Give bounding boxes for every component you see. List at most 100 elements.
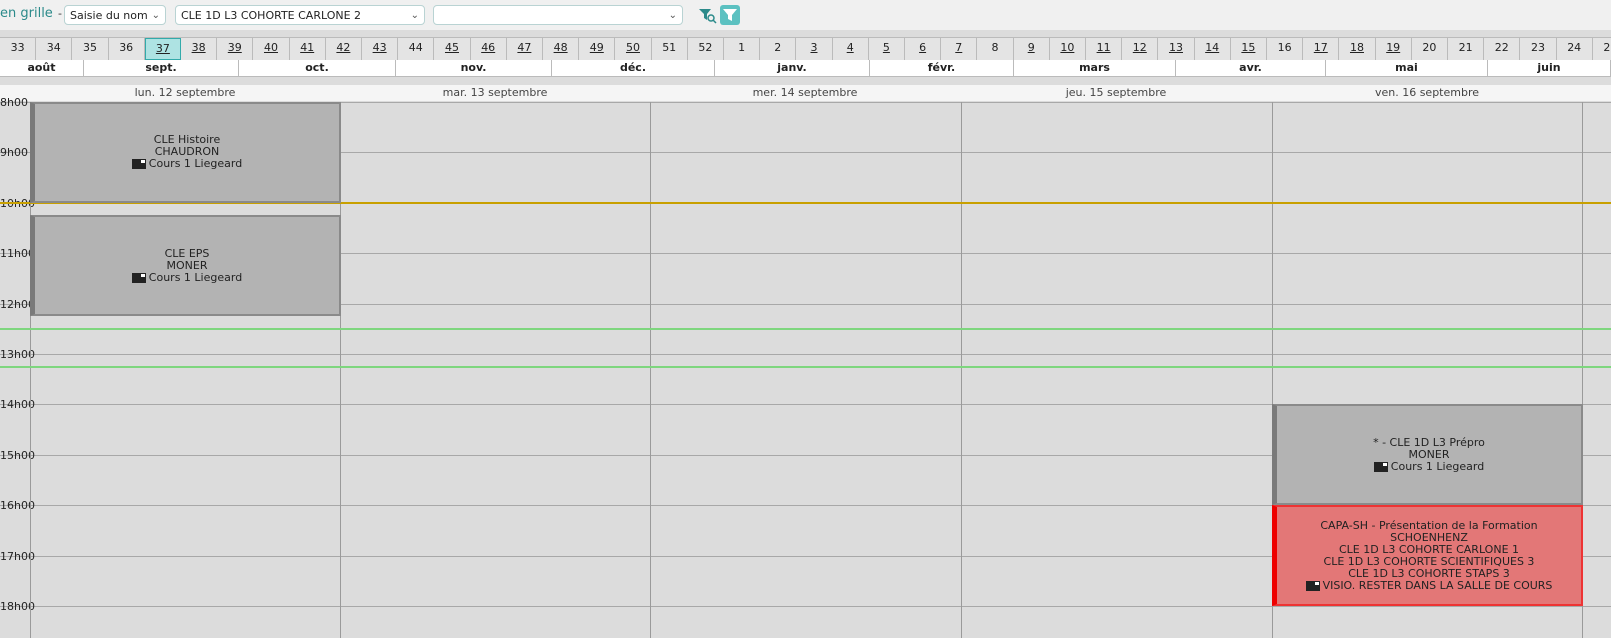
- week-25[interactable]: 25: [1593, 38, 1611, 60]
- event-line: * - CLE 1D L3 Prépro: [1373, 435, 1485, 449]
- month-6: févr.: [870, 60, 1014, 76]
- week-2[interactable]: 2: [760, 38, 797, 60]
- week-48[interactable]: 48: [543, 38, 580, 60]
- week-38[interactable]: 38: [181, 38, 218, 60]
- chevron-down-icon: ⌄: [668, 10, 677, 21]
- week-22[interactable]: 22: [1484, 38, 1521, 60]
- event-line: CLE 1D L3 COHORTE STAPS 3: [1348, 566, 1510, 580]
- week-8[interactable]: 8: [977, 38, 1014, 60]
- week-36[interactable]: 36: [109, 38, 145, 60]
- event-line: CLE 1D L3 COHORTE CARLONE 1: [1338, 542, 1520, 556]
- week-20[interactable]: 20: [1412, 38, 1448, 60]
- day-header: jeu. 15 septembre: [1065, 86, 1167, 99]
- week-6[interactable]: 6: [905, 38, 942, 60]
- separator: -: [58, 7, 62, 20]
- view-title: en grille: [0, 6, 53, 21]
- month-7: mars: [1014, 60, 1176, 76]
- event-line: MONER: [166, 258, 208, 272]
- group-select-value: CLE 1D L3 COHORTE CARLONE 2: [181, 9, 362, 22]
- week-43[interactable]: 43: [362, 38, 399, 60]
- week-40[interactable]: 40: [253, 38, 290, 60]
- course-event[interactable]: CLE Histoire CHAUDRON Cours 1 Liegeard: [30, 102, 341, 203]
- chevron-down-icon: ⌄: [151, 10, 160, 21]
- event-line: MONER: [1408, 447, 1450, 461]
- marker-line: [0, 327, 1611, 330]
- week-9[interactable]: 9: [1014, 38, 1050, 60]
- week-4[interactable]: 4: [833, 38, 869, 60]
- course-event[interactable]: CLE EPS MONER Cours 1 Liegeard: [30, 215, 341, 317]
- event-room: Cours 1 Liegeard: [1373, 460, 1484, 473]
- week-13[interactable]: 13: [1158, 38, 1195, 60]
- month-5: janv.: [715, 60, 870, 76]
- room-icon: [131, 159, 146, 170]
- week-45[interactable]: 45: [434, 38, 471, 60]
- hour-line: [0, 354, 1611, 355]
- day-headers: lun. 12 septembre mar. 13 septembre mer. 1…: [0, 85, 1611, 101]
- week-51[interactable]: 51: [652, 38, 688, 60]
- week-46[interactable]: 46: [471, 38, 507, 60]
- week-10[interactable]: 10: [1050, 38, 1086, 60]
- week-3[interactable]: 3: [796, 38, 833, 60]
- month-9: mai: [1326, 60, 1488, 76]
- event-room: VISIO. RESTER DANS LA SALLE DE COURS: [1305, 579, 1552, 592]
- event-line: CLE 1D L3 COHORTE SCIENTIFIQUES 3: [1323, 554, 1535, 568]
- room-icon: [1305, 580, 1320, 591]
- week-37[interactable]: 37: [144, 38, 181, 60]
- hour-line: [0, 606, 1611, 607]
- day-header: lun. 12 septembre: [134, 86, 236, 99]
- event-line: SCHOENHENZ: [1390, 530, 1468, 544]
- week-39[interactable]: 39: [217, 38, 254, 60]
- week-18[interactable]: 18: [1339, 38, 1376, 60]
- week-33[interactable]: 33: [0, 38, 37, 60]
- room-icon: [1373, 461, 1388, 472]
- month-2: oct.: [239, 60, 396, 76]
- week-44[interactable]: 44: [398, 38, 435, 60]
- group-select[interactable]: CLE 1D L3 COHORTE CARLONE 2 ⌄: [175, 5, 425, 25]
- week-34[interactable]: 34: [36, 38, 73, 60]
- week-42[interactable]: 42: [326, 38, 362, 60]
- month-strip: août sept. oct. nov. déc. janv. févr. mars avr. m…: [0, 60, 1611, 77]
- week-50[interactable]: 50: [615, 38, 652, 60]
- week-47[interactable]: 47: [507, 38, 543, 60]
- week-11[interactable]: 11: [1086, 38, 1123, 60]
- event-line: CLE EPS: [164, 246, 210, 260]
- extra-select[interactable]: ⌄: [433, 5, 683, 25]
- week-24[interactable]: 24: [1557, 38, 1593, 60]
- week-52[interactable]: 52: [688, 38, 724, 60]
- week-7[interactable]: 7: [941, 38, 978, 60]
- day-header: ven. 16 septembre: [1374, 86, 1480, 99]
- course-event[interactable]: CAPA-SH - Présentation de la Formation SC…: [1272, 505, 1583, 606]
- week-35[interactable]: 35: [72, 38, 109, 60]
- week-23[interactable]: 23: [1520, 38, 1557, 60]
- mode-select[interactable]: Saisie du nom ⌄: [64, 5, 166, 25]
- week-21[interactable]: 21: [1448, 38, 1485, 60]
- month-3: nov.: [396, 60, 552, 76]
- chevron-down-icon: ⌄: [410, 10, 419, 21]
- week-1[interactable]: 1: [724, 38, 761, 60]
- schedule-grid: 8h009h0010h0011h0012h0013h0014h0015h0016…: [0, 96, 1611, 638]
- week-5[interactable]: 5: [869, 38, 905, 60]
- week-12[interactable]: 12: [1122, 38, 1159, 60]
- week-15[interactable]: 15: [1231, 38, 1267, 60]
- week-16[interactable]: 16: [1267, 38, 1304, 60]
- month-10: juin: [1488, 60, 1611, 76]
- week-14[interactable]: 14: [1195, 38, 1231, 60]
- hour-label: 9h00: [0, 146, 28, 160]
- day-divider: [961, 102, 962, 638]
- event-room: Cours 1 Liegeard: [131, 158, 242, 170]
- week-17[interactable]: 17: [1303, 38, 1340, 60]
- event-line: CAPA-SH - Présentation de la Formation: [1320, 518, 1538, 532]
- month-8: avr.: [1176, 60, 1326, 76]
- course-event[interactable]: * - CLE 1D L3 Prépro MONER Cours 1 Liegear…: [1272, 404, 1583, 506]
- filter-sort-icon[interactable]: [720, 5, 740, 25]
- hour-label: 8h00: [0, 96, 28, 109]
- mode-select-value: Saisie du nom: [70, 9, 148, 22]
- week-41[interactable]: 41: [290, 38, 326, 60]
- week-19[interactable]: 19: [1376, 38, 1412, 60]
- filter-search-icon[interactable]: [697, 5, 717, 25]
- week-strip: 33 34 35 36 37 38 39 40 41 42 43 44 45 46 47 48 49 50 51 52…: [0, 37, 1611, 61]
- room-icon: [131, 272, 146, 283]
- week-49[interactable]: 49: [579, 38, 616, 60]
- event-room: Cours 1 Liegeard: [131, 271, 242, 284]
- day-header: mer. 14 septembre: [752, 86, 858, 99]
